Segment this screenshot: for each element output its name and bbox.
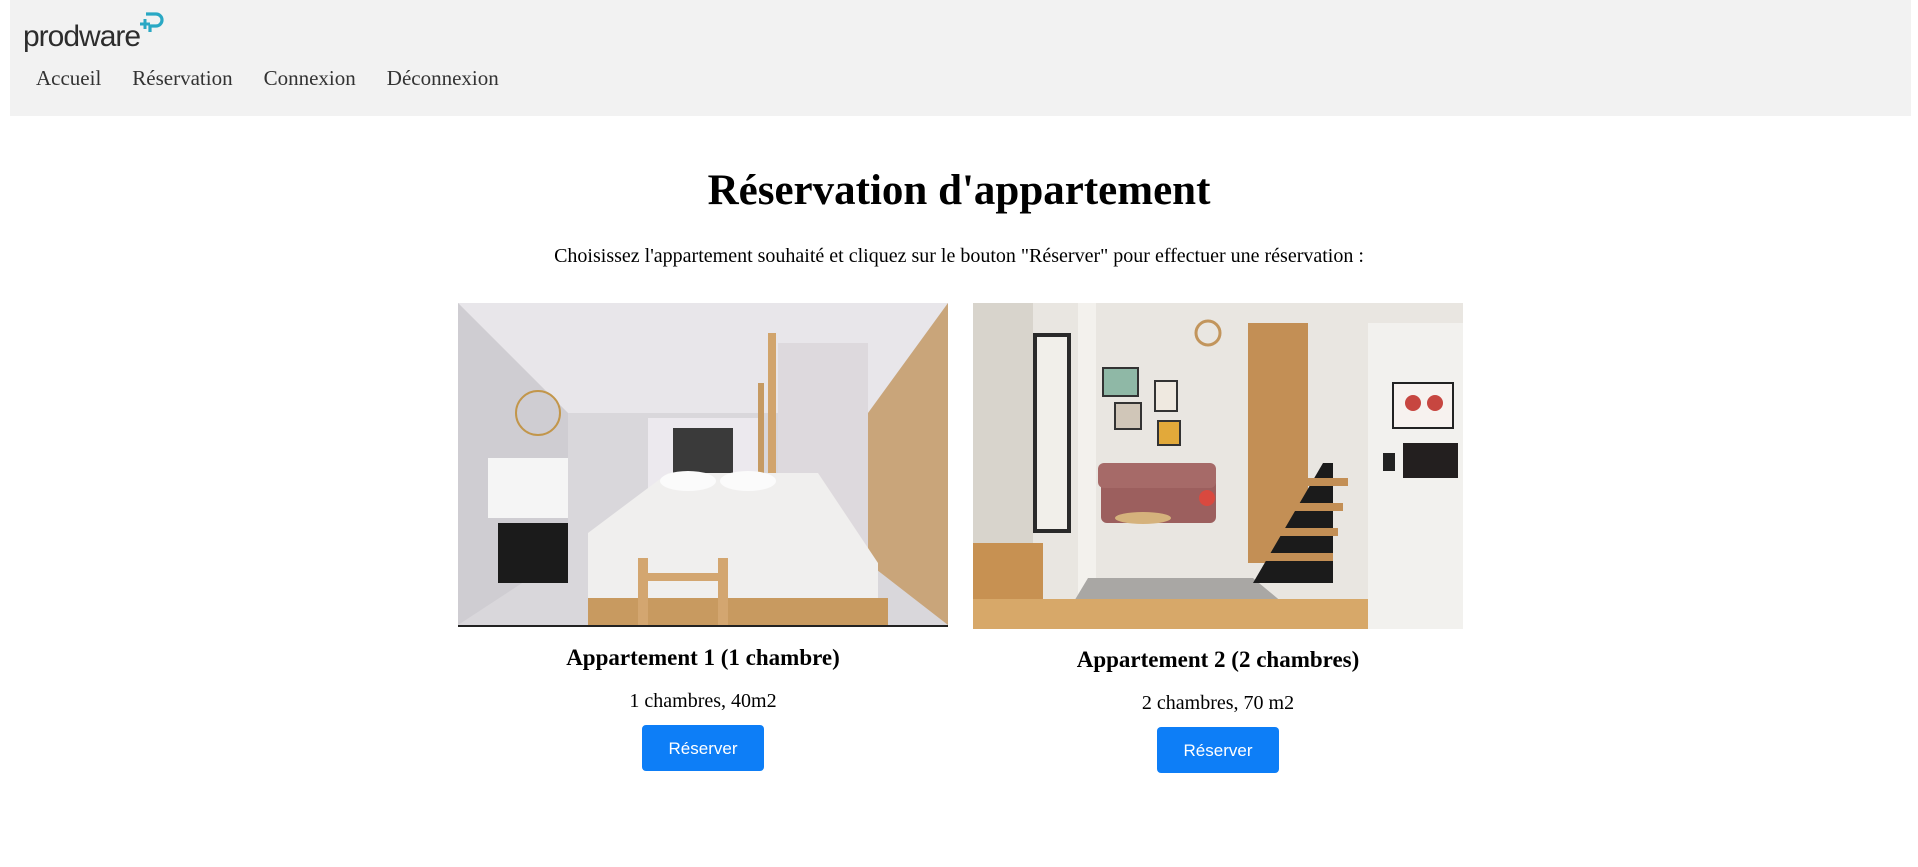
nav-accueil[interactable]: Accueil — [36, 66, 101, 91]
apartment-description: 1 chambres, 40m2 — [629, 690, 777, 712]
prodware-logo[interactable]: prodware — [22, 8, 164, 52]
apartment-title: Appartement 2 (2 chambres) — [1076, 647, 1360, 672]
reserve-button[interactable]: Réserver — [1157, 727, 1279, 773]
apartment-description: 2 chambres, 70 m2 — [1141, 692, 1295, 714]
svg-text:prodware: prodware — [23, 20, 140, 52]
nav-connexion[interactable]: Connexion — [264, 66, 356, 91]
apartment-title: Appartement 1 (1 chambre) — [566, 645, 840, 670]
reserve-button[interactable]: Réserver — [642, 725, 764, 771]
apartment-1-photo — [458, 303, 948, 627]
nav-deconnexion[interactable]: Déconnexion — [387, 66, 499, 91]
apartment-card: Appartement 1 (1 chambre) 1 chambres, 40… — [458, 303, 948, 771]
page-title: Réservation d'appartement — [707, 167, 1211, 214]
site-header: prodware Accueil Réservation Connexion D… — [10, 0, 1911, 116]
nav-reservation[interactable]: Réservation — [132, 66, 232, 91]
apartment-card: Appartement 2 (2 chambres) 2 chambres, 7… — [973, 303, 1463, 773]
main-nav: Accueil Réservation Connexion Déconnexio… — [36, 66, 530, 91]
apartment-2-photo — [973, 303, 1463, 629]
intro-text: Choisissez l'appartement souhaité et cli… — [554, 245, 1364, 267]
